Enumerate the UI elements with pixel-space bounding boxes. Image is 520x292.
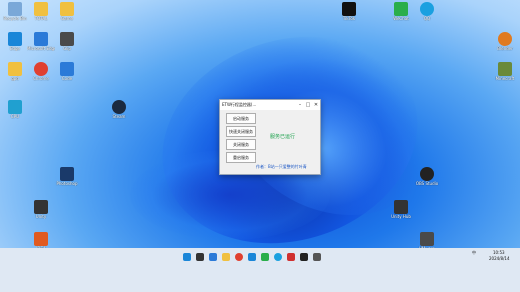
cpu-icon [8,100,22,114]
desktop-icon[interactable]: CPU [2,100,28,124]
desktop-icon[interactable]: TOTAL [28,2,54,26]
folder-icon [60,2,74,16]
code-icon [60,62,74,76]
app-icon[interactable] [287,253,295,261]
start-service-button[interactable]: 启动服务 [226,113,256,124]
folder-icon [8,62,22,76]
file-explorer-icon[interactable] [222,253,230,261]
desktop-icon[interactable]: QQ [414,2,440,26]
desktop-icon[interactable]: Minecraft [492,62,518,86]
desktop-icon[interactable]: Glip [54,32,80,56]
desktop-icon[interactable]: Chrome [28,62,54,86]
window-title: ETW行程监控器(... [222,102,257,107]
app-icon [34,32,48,46]
close-icon[interactable]: ✕ [312,102,320,108]
service-status: 服务已运行 [270,134,296,140]
start-icon[interactable] [183,253,191,261]
desktop-icon[interactable]: Game [54,2,80,26]
minecraft-icon [498,62,512,76]
unity-icon [34,200,48,214]
edge-icon[interactable] [248,253,256,261]
folder-icon [34,2,48,16]
vmware-icon [420,232,434,246]
tiktok-icon [342,2,356,16]
window-titlebar[interactable]: ETW行程监控器(... – □ ✕ [220,100,320,110]
desktop-icon[interactable]: OBS Studio [414,167,440,191]
search-icon[interactable] [196,253,204,261]
qq-icon [420,2,434,16]
chrome-icon [34,62,48,76]
qq-icon[interactable] [274,253,282,261]
minimize-icon[interactable]: – [296,102,304,108]
desktop-icon[interactable]: Code [54,62,80,86]
quick-stop-service-button[interactable]: 快速关闭服务 [226,126,256,137]
taskbar [0,248,520,292]
etw-monitor-window[interactable]: ETW行程监控器(... – □ ✕ 启动服务 快速关闭服务 关闭服务 重启服务… [219,99,321,175]
task-view-icon[interactable] [209,253,217,261]
clock-date[interactable]: 2024/8/14 [489,256,510,261]
desktop-icon[interactable]: Microsoft Edge [27,32,55,56]
desktop-icon[interactable]: WeChat [388,2,414,26]
obs-icon [420,167,434,181]
edge-icon [8,32,22,46]
unity-icon [394,200,408,214]
desktop-icon[interactable]: Photoshop [54,167,80,191]
app-icon [8,2,22,16]
photoshop-icon [60,167,74,181]
desktop-icon[interactable]: TikTok [336,2,362,26]
wechat-icon[interactable] [261,253,269,261]
desktop-icon[interactable]: Edge [2,32,28,56]
desktop-icon[interactable]: Unity Hub [388,200,414,224]
maximize-icon[interactable]: □ [304,102,312,108]
author-credit: 作者：B站一只爱整的竹叶青 [256,164,307,169]
blender-icon [498,32,512,46]
idea-icon [34,232,48,246]
terminal-icon[interactable] [300,253,308,261]
desktop-icon[interactable]: Steam [106,100,132,124]
desktop-icon[interactable]: Unity [28,200,54,224]
app-icon [60,32,74,46]
steam-icon [112,100,126,114]
etw-monitor-icon[interactable] [313,253,321,261]
wechat-icon [394,2,408,16]
chrome-icon[interactable] [235,253,243,261]
desktop-icon[interactable]: Blender [492,32,518,56]
desktop-icon[interactable]: Recycle Bin [2,2,28,26]
restart-service-button[interactable]: 重启服务 [226,152,256,163]
stop-service-button[interactable]: 关闭服务 [226,139,256,150]
clock-time[interactable]: 10:53 [493,250,505,255]
desktop-icon[interactable]: gpd [2,62,28,86]
language-indicator[interactable]: 中 [472,250,476,256]
